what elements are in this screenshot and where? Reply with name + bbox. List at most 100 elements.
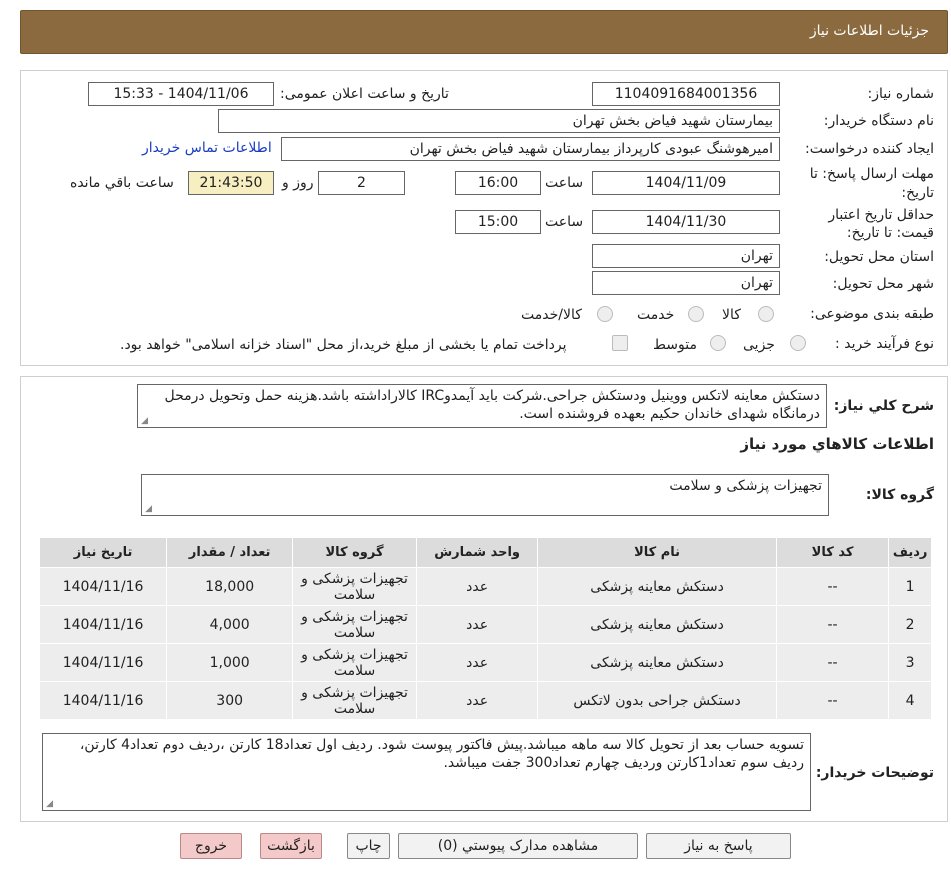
goods-group-value: تجهیزات پزشکی و سلامت	[669, 478, 822, 494]
item-need-date: 1404/11/16	[38, 681, 168, 720]
column-header: گروه کالا	[292, 537, 417, 568]
item-name: دستکش معاینه پزشکی	[537, 567, 777, 606]
price-valid-label-2: قیمت: تا تاریخ:	[846, 225, 934, 241]
goods-group-textarea[interactable]: تجهیزات پزشکی و سلامت ◢	[141, 474, 829, 516]
reply-date-field: 1404/11/09	[592, 171, 780, 195]
item-quantity: 1,000	[166, 643, 294, 682]
page-header: جزئیات اطلاعات نیاز	[20, 10, 948, 54]
remaining-time-field: 21:43:50	[188, 171, 274, 195]
table-row: 4 -- دستکش جراحی بدون لاتکس عدد تجهیزات …	[38, 681, 932, 720]
reply-button[interactable]: پاسخ به نیاز	[646, 833, 791, 859]
column-header: تعداد / مقدار	[166, 537, 294, 568]
reply-deadline-label: مهلت ارسال پاسخ: تا	[809, 166, 934, 182]
row-index: 2	[888, 605, 932, 644]
description-textarea[interactable]: دستکش معاینه لاتکس ووینیل ودستکش جراحی.ش…	[137, 384, 827, 428]
category-goods-service-radio[interactable]	[597, 306, 613, 322]
creator-field: امیرهوشنگ عبودی کارپرداز بیمارستان شهید …	[281, 137, 780, 161]
column-header: تاریخ نیاز	[38, 537, 168, 568]
item-group: تجهیزات پزشکی و سلامت	[292, 605, 417, 644]
contact-buyer-link[interactable]: اطلاعات تماس خریدار	[142, 140, 272, 156]
item-name: دستکش معاینه پزشکی	[537, 643, 777, 682]
goods-group-label: گروه کالا:	[865, 487, 934, 503]
table-row: 3 -- دستکش معاینه پزشکی عدد تجهیزات پزشک…	[38, 643, 932, 682]
reply-deadline-label-2: تاریخ:	[901, 185, 934, 201]
column-header: واحد شمارش	[415, 537, 539, 568]
item-quantity: 300	[166, 681, 294, 720]
process-medium-radio[interactable]	[710, 335, 726, 351]
column-header: نام کالا	[537, 537, 777, 568]
item-quantity: 4,000	[166, 605, 294, 644]
process-medium-label: متوسط	[653, 337, 697, 353]
item-name: دستکش معاینه پزشکی	[537, 605, 777, 644]
item-code: --	[775, 605, 890, 644]
item-group: تجهیزات پزشکی و سلامت	[292, 681, 417, 720]
column-header: کد کالا	[775, 537, 890, 568]
item-group: تجهیزات پزشکی و سلامت	[292, 643, 417, 682]
reply-time-label: ساعت	[545, 175, 584, 191]
exit-button[interactable]: خروج	[180, 833, 242, 859]
category-goods-service-label: کالا/خدمت	[521, 307, 582, 323]
resize-grip-icon[interactable]: ◢	[45, 800, 53, 809]
item-need-date: 1404/11/16	[38, 567, 168, 606]
category-service-radio[interactable]	[688, 306, 704, 322]
row-index: 4	[888, 681, 932, 720]
announce-field: 1404/11/06 - 15:33	[88, 82, 274, 106]
goods-section-title: اطلاعات كالاهاي مورد نياز	[740, 435, 934, 453]
province-field: تهران	[592, 244, 780, 268]
city-label: شهر محل تحویل:	[832, 276, 934, 292]
item-quantity: 18,000	[166, 567, 294, 606]
buyer-notes-text: تسویه حساب بعد از تحویل کالا سه ماهه میب…	[79, 737, 804, 771]
treasury-checkbox[interactable]	[612, 335, 628, 351]
category-goods-radio[interactable]	[758, 306, 774, 322]
category-service-label: خدمت	[637, 307, 675, 323]
province-label: استان محل تحویل:	[824, 249, 934, 265]
need-number-field: 1104091684001356	[592, 82, 780, 106]
days-field: 2	[318, 171, 405, 195]
buyer-notes-textarea[interactable]: تسویه حساب بعد از تحویل کالا سه ماهه میب…	[42, 733, 811, 811]
buyer-org-label: نام دستگاه خریدار:	[823, 113, 934, 129]
price-valid-label: حداقل تاریخ اعتبار	[828, 207, 934, 223]
process-label: نوع فرآیند خرید :	[835, 336, 934, 352]
reply-time-field: 16:00	[455, 171, 541, 195]
item-need-date: 1404/11/16	[38, 605, 168, 644]
item-name: دستکش جراحی بدون لاتکس	[537, 681, 777, 720]
city-field: تهران	[592, 271, 780, 295]
item-unit: عدد	[415, 605, 539, 644]
item-code: --	[775, 681, 890, 720]
buyer-org-field: بیمارستان شهید فیاض بخش تهران	[218, 109, 780, 133]
creator-label: ایجاد کننده درخواست:	[805, 141, 934, 157]
treasury-note: پرداخت تمام یا بخشی از مبلغ خرید،از محل …	[120, 337, 567, 353]
process-minor-radio[interactable]	[790, 335, 806, 351]
items-table: ردیف کد کالا نام کالا واحد شمارش گروه کا…	[38, 537, 932, 720]
attachments-button[interactable]: مشاهده مدارک پیوستي (0)	[398, 833, 638, 859]
item-code: --	[775, 643, 890, 682]
category-label: طبقه بندی موضوعی:	[810, 306, 934, 322]
resize-grip-icon[interactable]: ◢	[144, 505, 152, 514]
remaining-label: ساعت باقي مانده	[70, 175, 174, 191]
price-valid-date-field: 1404/11/30	[592, 210, 780, 234]
item-need-date: 1404/11/16	[38, 643, 168, 682]
item-group: تجهیزات پزشکی و سلامت	[292, 567, 417, 606]
need-number-label: شماره نیاز:	[867, 86, 935, 102]
description-label: شرح کلي نياز:	[833, 398, 934, 414]
description-text: دستکش معاینه لاتکس ووینیل ودستکش جراحی.ش…	[164, 388, 820, 422]
process-minor-label: جزیی	[743, 337, 775, 353]
category-goods-label: کالا	[722, 307, 741, 323]
announce-label: تاریخ و ساعت اعلان عمومی:	[280, 86, 449, 102]
item-unit: عدد	[415, 567, 539, 606]
days-label: روز و	[282, 175, 314, 191]
table-row: 2 -- دستکش معاینه پزشکی عدد تجهیزات پزشک…	[38, 605, 932, 644]
price-valid-time-field: 15:00	[455, 210, 541, 234]
table-row: 1 -- دستکش معاینه پزشکی عدد تجهیزات پزشک…	[38, 567, 932, 606]
buyer-notes-label: توضیحات خریدار:	[815, 765, 934, 781]
row-index: 1	[888, 567, 932, 606]
table-header-row: ردیف کد کالا نام کالا واحد شمارش گروه کا…	[38, 537, 932, 568]
item-unit: عدد	[415, 681, 539, 720]
item-code: --	[775, 567, 890, 606]
column-header: ردیف	[888, 537, 932, 568]
row-index: 3	[888, 643, 932, 682]
print-button[interactable]: چاپ	[347, 833, 390, 859]
resize-grip-icon[interactable]: ◢	[140, 417, 148, 426]
back-button[interactable]: بازگشت	[260, 833, 322, 859]
page-title: جزئیات اطلاعات نیاز	[809, 23, 929, 39]
